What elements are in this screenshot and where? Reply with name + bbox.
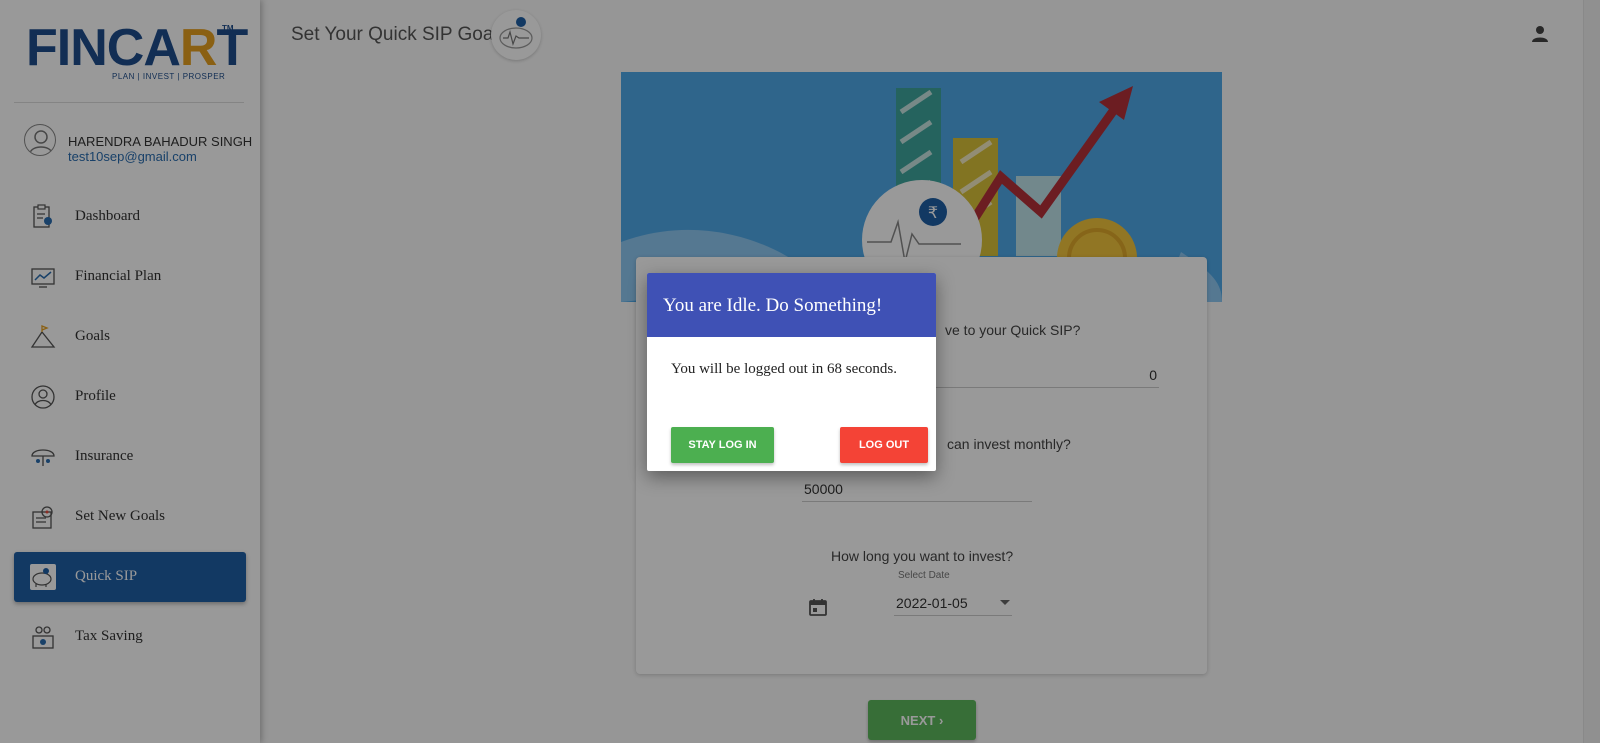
dialog-message: You will be logged out in 68 seconds.	[671, 361, 897, 377]
idle-dialog: You are Idle. Do Something! You will be …	[647, 273, 936, 471]
log-out-button[interactable]: LOG OUT	[840, 427, 928, 463]
dialog-title: You are Idle. Do Something!	[663, 295, 883, 316]
dialog-header: You are Idle. Do Something!	[647, 273, 936, 337]
stay-logged-in-button[interactable]: STAY LOG IN	[671, 427, 774, 463]
